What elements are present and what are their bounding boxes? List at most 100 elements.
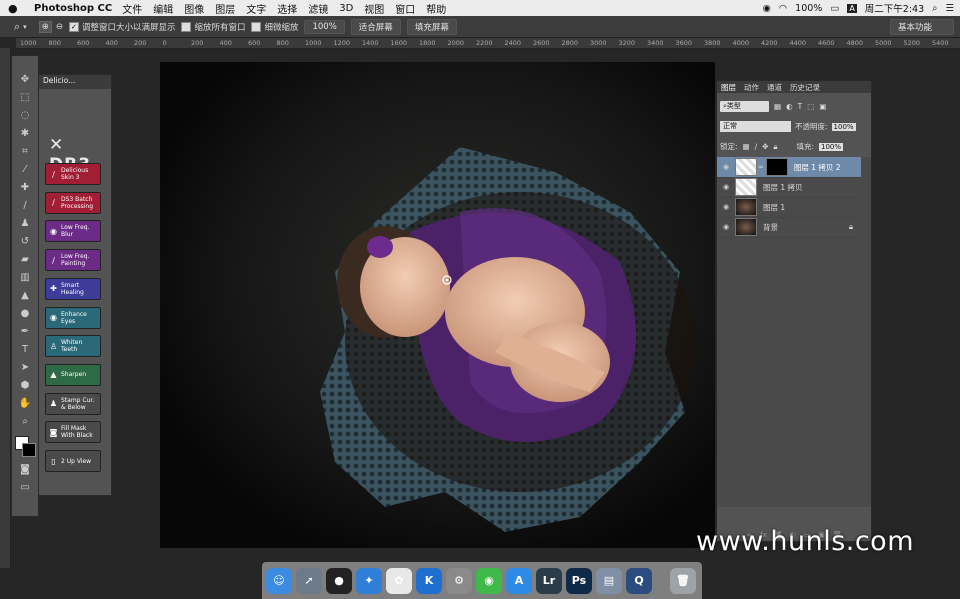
safari-icon[interactable]: ✦	[356, 567, 382, 594]
app-store-icon[interactable]: A	[506, 567, 532, 594]
actual-pixels-button[interactable]: 100%	[304, 19, 345, 34]
spotlight-icon[interactable]: ⌕	[932, 3, 937, 14]
input-source-badge[interactable]: A	[847, 3, 857, 13]
plugin-button[interactable]: ∕ Low Freq. Painting	[45, 249, 101, 272]
history-brush-tool-icon[interactable]: ↺	[12, 232, 38, 250]
layer-row[interactable]: ◉ 图层 1	[717, 197, 861, 218]
tab-actions[interactable]: 动作	[744, 82, 759, 93]
fit-screen-button[interactable]: 适合屏幕	[350, 18, 401, 35]
notification-icon[interactable]: ☰	[945, 3, 954, 14]
zoom-all-checkbox[interactable]	[181, 21, 192, 32]
lock-pixels-icon[interactable]: ▦	[743, 142, 750, 151]
type-tool-icon[interactable]: T	[12, 340, 38, 358]
fill-input[interactable]: 100%	[818, 142, 843, 151]
plugin-button[interactable]: ◙ Fill Mask With Black	[45, 421, 101, 444]
zoom-tool-icon-panel[interactable]: ⌕	[12, 412, 38, 430]
visibility-eye-icon[interactable]: ◉	[717, 183, 735, 191]
opacity-input[interactable]: 100%	[831, 122, 856, 131]
layer-row[interactable]: ◉ 图层 1 拷贝	[717, 177, 861, 198]
filter-pixel-icon[interactable]: ▦	[774, 102, 781, 111]
plugin-button[interactable]: ♙ Whiten Teeth	[45, 335, 101, 358]
plugin-button[interactable]: ∕ Delicious Skin 3	[45, 163, 101, 185]
zoom-out-icon[interactable]: ⊖	[56, 22, 63, 32]
document-canvas[interactable]	[160, 62, 715, 548]
color-swatches[interactable]	[12, 430, 38, 460]
battery-icon[interactable]: ▭	[830, 3, 839, 14]
quicktime-icon[interactable]: Q	[626, 567, 652, 594]
tab-layers[interactable]: 图层	[721, 82, 736, 93]
scrubby-zoom-checkbox[interactable]	[251, 21, 262, 32]
finder-icon[interactable]: ☺	[266, 567, 292, 594]
preview-icon[interactable]: ▤	[596, 567, 622, 594]
menu-view[interactable]: 视图	[364, 1, 384, 16]
plugin-button[interactable]: ♟ Stamp Cur. & Below	[45, 392, 101, 415]
launchpad-icon[interactable]: ➚	[296, 567, 322, 594]
path-select-tool-icon[interactable]: ➤	[12, 358, 38, 376]
trash-icon[interactable]: 🗑	[670, 567, 696, 594]
plugin-button[interactable]: ▯ 2 Up View	[45, 450, 101, 472]
dodge-tool-icon[interactable]: ●	[12, 304, 38, 322]
blend-mode-dropdown[interactable]: 正常	[720, 121, 791, 132]
plugin-button[interactable]: ∕ DS3 Batch Processing	[45, 191, 101, 214]
filter-adjust-icon[interactable]: ◐	[786, 102, 793, 111]
filter-shape-icon[interactable]: ⬚	[807, 102, 814, 111]
menu-type[interactable]: 文字	[246, 1, 266, 16]
qq-icon[interactable]: ●	[326, 567, 352, 594]
k-app-icon[interactable]: K	[416, 567, 442, 594]
plugin-button[interactable]: ▲ Sharpen	[45, 363, 101, 386]
filter-type-icon[interactable]: T	[798, 102, 803, 111]
plugin-button[interactable]: ✚ Smart Healing	[45, 277, 101, 300]
photoshop-icon[interactable]: Ps	[566, 567, 592, 594]
layer-row[interactable]: ◉ 背景 🔒︎	[717, 217, 861, 238]
workspace-dropdown[interactable]: 基本功能	[890, 18, 954, 35]
tab-history[interactable]: 历史记录	[790, 82, 820, 93]
system-prefs-icon[interactable]: ⚙	[446, 567, 472, 594]
brush-tool-icon[interactable]: ∕	[12, 196, 38, 214]
layer-row[interactable]: ◉ ∞ 图层 1 拷贝 2	[717, 157, 861, 178]
record-icon[interactable]: ◉	[763, 3, 771, 14]
plugin-button[interactable]: ◉ Low Freq. Blur	[45, 220, 101, 243]
shape-tool-icon[interactable]: ⬢	[12, 376, 38, 394]
wifi-icon[interactable]: ◠	[779, 3, 787, 14]
wechat-icon[interactable]: ◉	[476, 567, 502, 594]
visibility-eye-icon[interactable]: ◉	[717, 223, 735, 231]
eyedropper-tool-icon[interactable]: ⁄	[12, 160, 38, 178]
blur-tool-icon[interactable]: ▲	[12, 286, 38, 304]
pen-tool-icon[interactable]: ✒	[12, 322, 38, 340]
background-color[interactable]	[22, 443, 36, 457]
quick-select-tool-icon[interactable]: ✱	[12, 124, 38, 142]
lock-all-icon[interactable]: 🔒︎	[773, 142, 777, 152]
lightroom-icon[interactable]: Lr	[536, 567, 562, 594]
zoom-tool-icon[interactable]: ⌕	[14, 20, 20, 34]
apple-icon[interactable]: ●	[8, 2, 22, 15]
plugin-button[interactable]: ◉ Enhance Eyes	[45, 306, 101, 329]
photos-icon[interactable]: ✿	[386, 567, 412, 594]
menu-file[interactable]: 文件	[122, 1, 142, 16]
zoom-in-icon[interactable]: ⊕	[38, 20, 52, 33]
tool-preset-dropdown-icon[interactable]: ▾	[23, 23, 27, 31]
lock-position-icon[interactable]: ✥	[762, 142, 768, 151]
menu-3d[interactable]: 3D	[339, 3, 353, 14]
marquee-tool-icon[interactable]: ⬚	[12, 88, 38, 106]
menu-edit[interactable]: 编辑	[153, 1, 173, 16]
resize-windows-checkbox[interactable]: ✓	[68, 21, 79, 32]
screen-mode-icon[interactable]: ▭	[12, 478, 38, 496]
eraser-tool-icon[interactable]: ▰	[12, 250, 38, 268]
menu-image[interactable]: 图像	[184, 1, 204, 16]
crop-tool-icon[interactable]: ⌗	[12, 142, 38, 160]
layer-filter-dropdown[interactable]: ⌕类型	[720, 101, 769, 112]
quick-mask-icon[interactable]: ◙	[12, 460, 38, 478]
healing-tool-icon[interactable]: ✚	[12, 178, 38, 196]
lock-brush-icon[interactable]: ∕	[755, 142, 758, 151]
menu-help[interactable]: 帮助	[426, 1, 446, 16]
clock[interactable]: 周二下午2:43	[865, 1, 924, 15]
menu-select[interactable]: 选择	[277, 1, 297, 16]
app-menu[interactable]: Photoshop CC	[34, 3, 112, 14]
visibility-eye-icon[interactable]: ◉	[717, 163, 735, 171]
visibility-eye-icon[interactable]: ◉	[717, 203, 735, 211]
fill-screen-button[interactable]: 填充屏幕	[406, 18, 457, 35]
gradient-tool-icon[interactable]: ▥	[12, 268, 38, 286]
clone-stamp-tool-icon[interactable]: ♟	[12, 214, 38, 232]
tab-channels[interactable]: 通道	[767, 82, 782, 93]
hand-tool-icon[interactable]: ✋	[12, 394, 38, 412]
